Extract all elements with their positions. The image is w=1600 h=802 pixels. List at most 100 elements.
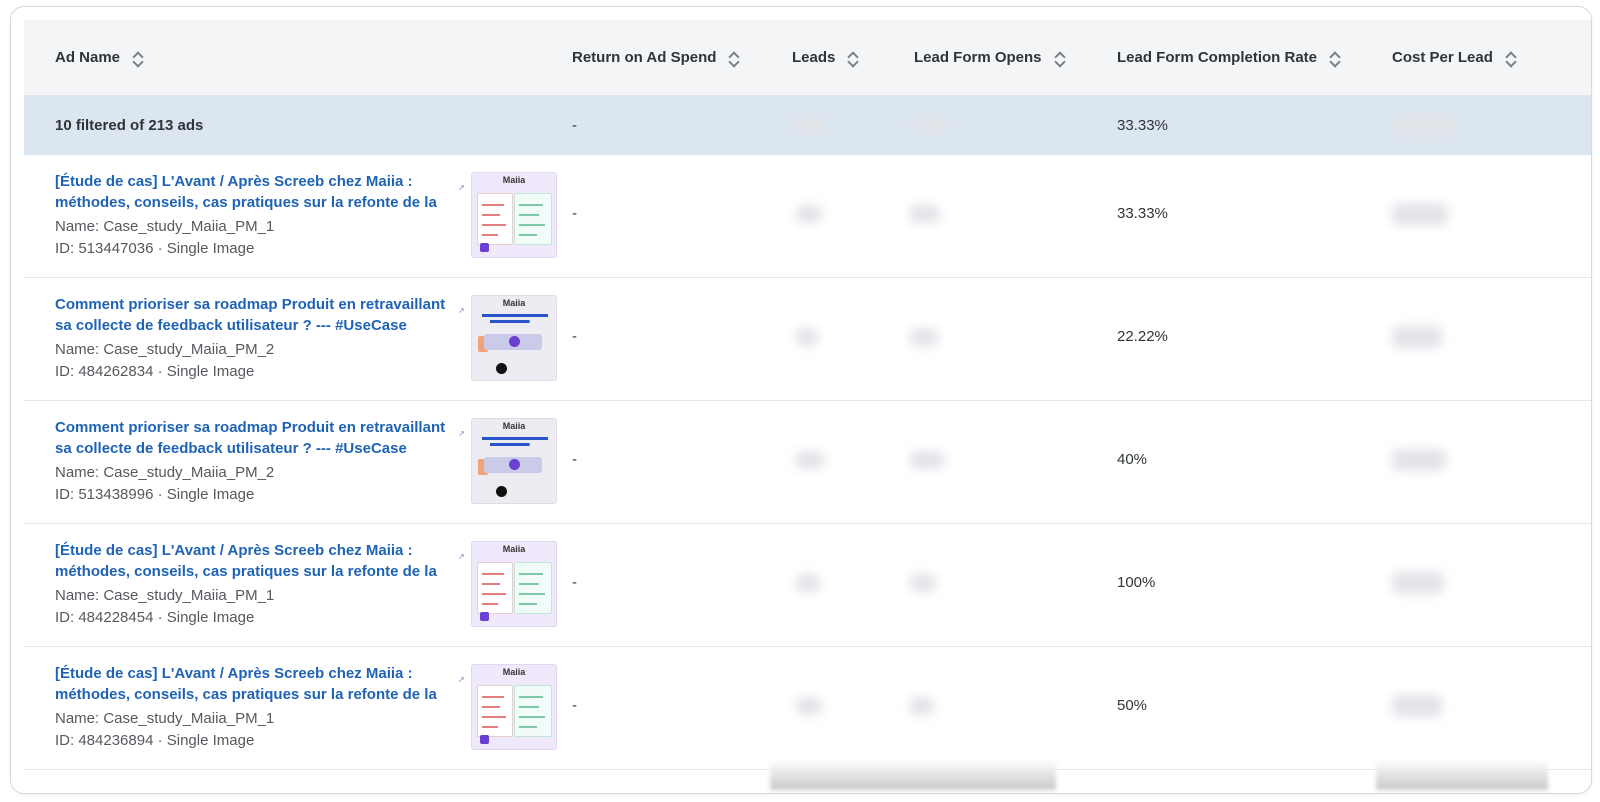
ad-info: Comment prioriser sa roadmap Produit en … [55, 294, 450, 383]
column-header-label: Lead Form Completion Rate [1117, 49, 1318, 66]
ad-thumbnail[interactable]: Maiia [471, 295, 557, 381]
completion-rate-value: 33.33% [1117, 205, 1168, 222]
ad-thumbnail[interactable]: Maiia [471, 664, 557, 750]
column-header-label: Lead Form Opens [914, 49, 1042, 66]
ad-info: [Étude de cas] L'Avant / Après Screeb ch… [55, 663, 450, 752]
ad-id: ID: 484262834 · Single Image [55, 363, 255, 380]
summary-roas: - [572, 117, 577, 134]
ad-name: Name: Case_study_Maiia_PM_1 [55, 710, 275, 727]
sort-icon[interactable] [1054, 50, 1066, 66]
redacted-value [910, 451, 944, 469]
table-row[interactable]: [Étude de cas] L'Avant / Après Screeb ch… [24, 524, 1591, 647]
completion-rate-value: 50% [1117, 697, 1148, 714]
ad-title-link[interactable]: [Étude de cas] L'Avant / Après Screeb ch… [55, 171, 450, 213]
ad-thumbnail[interactable]: Maiia [471, 418, 557, 504]
column-header-completion-rate[interactable]: Lead Form Completion Rate [1117, 20, 1341, 95]
sort-icon[interactable] [728, 50, 740, 66]
ad-info: [Étude de cas] L'Avant / Après Screeb ch… [55, 171, 450, 260]
thumbnail-panel-after [514, 685, 552, 737]
redacted-value [796, 205, 822, 223]
summary-completion-rate: 33.33% [1117, 117, 1168, 134]
thumbnail-logo: Maiia [502, 544, 526, 554]
ad-name: Name: Case_study_Maiia_PM_2 [55, 464, 275, 481]
thumbnail-panel-after [514, 193, 552, 245]
ad-thumbnail[interactable]: Maiia [471, 172, 557, 258]
ad-name: Name: Case_study_Maiia_PM_1 [55, 218, 275, 235]
ads-table: Ad Name Return on Ad Spend Leads Lead Fo… [24, 20, 1591, 770]
ad-name: Name: Case_study_Maiia_PM_1 [55, 587, 275, 604]
ad-thumbnail[interactable]: Maiia [471, 541, 557, 627]
thumbnail-shape [509, 336, 520, 347]
external-link-icon[interactable]: ↗ [458, 306, 465, 315]
sort-icon[interactable] [132, 50, 144, 66]
filtered-count: 10 filtered of 213 ads [55, 117, 204, 134]
external-link-icon[interactable]: ↗ [458, 552, 465, 561]
column-header-cost-per-lead[interactable]: Cost Per Lead [1392, 20, 1517, 95]
column-header-leads[interactable]: Leads [792, 20, 859, 95]
column-header-roas[interactable]: Return on Ad Spend [572, 20, 740, 95]
table-header: Ad Name Return on Ad Spend Leads Lead Fo… [24, 20, 1591, 96]
external-link-icon[interactable]: ↗ [458, 429, 465, 438]
sort-icon[interactable] [1329, 50, 1341, 66]
thumbnail-panel-before [477, 562, 513, 614]
redacted-value [1392, 695, 1442, 717]
sort-icon[interactable] [1505, 50, 1517, 66]
ad-title-link[interactable]: Comment prioriser sa roadmap Produit en … [55, 294, 450, 336]
roas-value: - [572, 574, 577, 591]
thumbnail-brand-mark [480, 612, 489, 621]
thumbnail-headline [482, 314, 548, 326]
thumbnail-brand-mark [480, 243, 489, 252]
redacted-value [796, 574, 820, 592]
ad-id: ID: 513447036 · Single Image [55, 240, 255, 257]
redacted-value [1392, 114, 1454, 136]
redaction-overlay [770, 760, 1056, 790]
thumbnail-logo: Maiia [502, 175, 526, 185]
redacted-value [910, 205, 940, 223]
ad-title-link[interactable]: Comment prioriser sa roadmap Produit en … [55, 417, 450, 459]
redaction-overlay [1376, 760, 1548, 790]
thumbnail-logo: Maiia [502, 667, 526, 677]
redacted-value [794, 116, 824, 134]
ad-info: Comment prioriser sa roadmap Produit en … [55, 417, 450, 506]
sort-icon[interactable] [847, 50, 859, 66]
thumbnail-logo: Maiia [502, 421, 526, 431]
ad-title-link[interactable]: [Étude de cas] L'Avant / Après Screeb ch… [55, 540, 450, 582]
thumbnail-panel-before [477, 685, 513, 737]
table-row[interactable]: [Étude de cas] L'Avant / Après Screeb ch… [24, 155, 1591, 278]
column-header-ad-name[interactable]: Ad Name [55, 20, 144, 95]
ad-title-link[interactable]: [Étude de cas] L'Avant / Après Screeb ch… [55, 663, 450, 705]
column-header-label: Ad Name [55, 49, 121, 66]
redacted-value [1392, 449, 1446, 471]
column-header-label: Return on Ad Spend [572, 49, 717, 66]
thumbnail-panel-after [514, 562, 552, 614]
table-row[interactable]: [Étude de cas] L'Avant / Après Screeb ch… [24, 647, 1591, 770]
table-row[interactable]: Comment prioriser sa roadmap Produit en … [24, 401, 1591, 524]
external-link-icon[interactable]: ↗ [458, 675, 465, 684]
thumbnail-avatar [496, 486, 507, 497]
ad-id: ID: 484236894 · Single Image [55, 732, 255, 749]
roas-value: - [572, 451, 577, 468]
thumbnail-logo: Maiia [502, 298, 526, 308]
column-header-label: Leads [792, 49, 836, 66]
column-header-lead-form-opens[interactable]: Lead Form Opens [914, 20, 1066, 95]
thumbnail-headline [482, 437, 548, 449]
external-link-icon[interactable]: ↗ [458, 183, 465, 192]
redacted-value [796, 451, 824, 469]
redacted-value [1392, 572, 1444, 594]
redacted-value [1392, 203, 1448, 225]
ad-id: ID: 513438996 · Single Image [55, 486, 255, 503]
roas-value: - [572, 205, 577, 222]
thumbnail-avatar [496, 363, 507, 374]
roas-value: - [572, 328, 577, 345]
redacted-value [910, 116, 946, 134]
column-header-label: Cost Per Lead [1392, 49, 1493, 66]
redacted-value [910, 328, 938, 346]
ad-name: Name: Case_study_Maiia_PM_2 [55, 341, 275, 358]
redacted-value [1392, 326, 1442, 348]
completion-rate-value: 100% [1117, 574, 1156, 591]
ads-table-card: Ad Name Return on Ad Spend Leads Lead Fo… [10, 6, 1592, 794]
redacted-value [796, 697, 822, 715]
thumbnail-brand-mark [480, 735, 489, 744]
redacted-value [910, 574, 936, 592]
table-row[interactable]: Comment prioriser sa roadmap Produit en … [24, 278, 1591, 401]
